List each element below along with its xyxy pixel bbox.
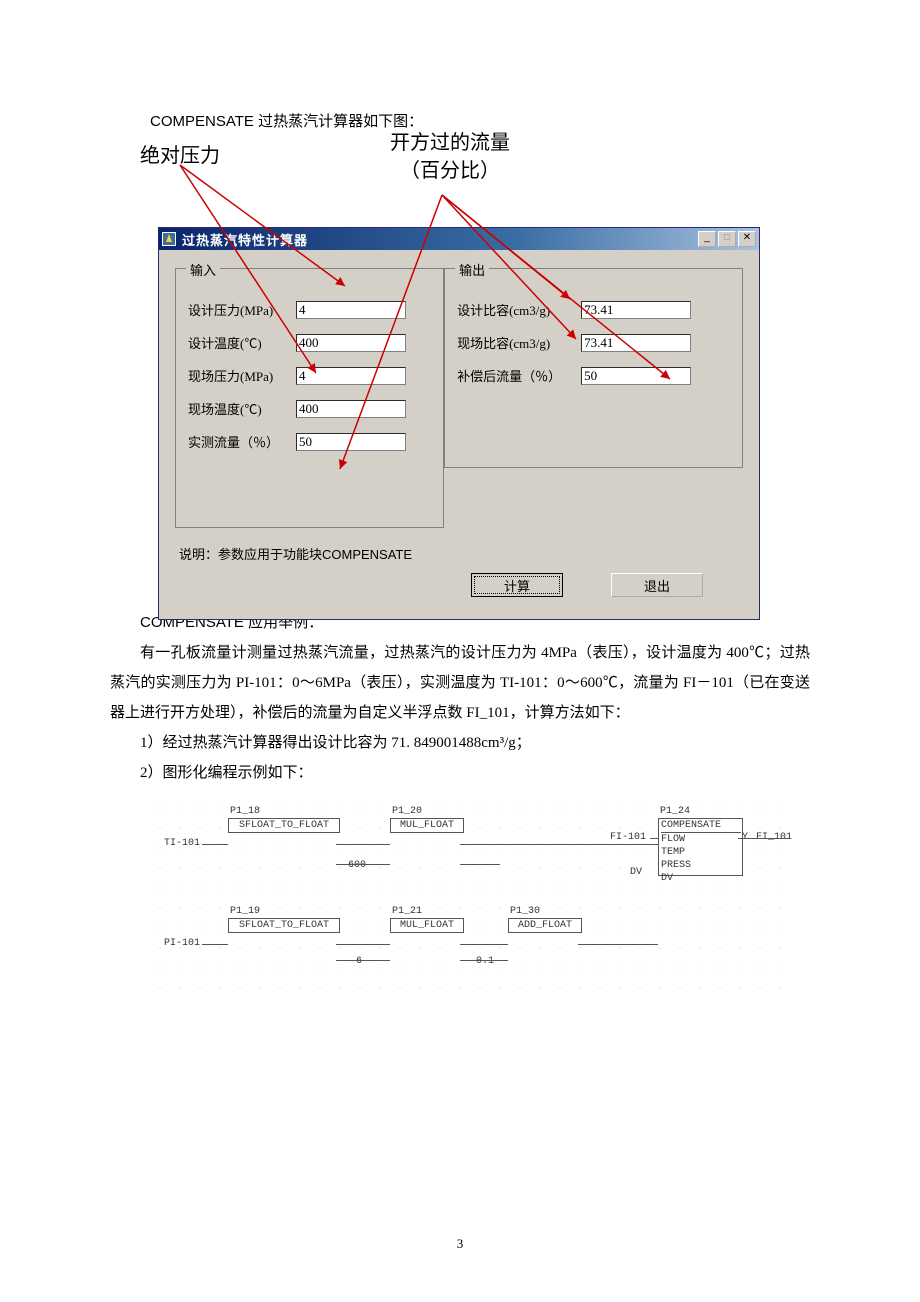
design-pressure-input[interactable] xyxy=(296,301,406,319)
comp-flow-label: 补偿后流量（％） xyxy=(457,366,581,385)
minimize-button[interactable]: _ xyxy=(698,231,716,247)
field-pressure-input[interactable] xyxy=(296,367,406,385)
window-body: 输入 设计压力(MPa) 设计温度(℃) 现场压力(MPa) xyxy=(159,250,759,619)
measured-flow-label: 实测流量（％） xyxy=(188,432,296,451)
calculator-window: 过热蒸汽特性计算器 _ □ ✕ 输入 设计压力(MPa) xyxy=(158,227,760,620)
block-sfloat-2: SFLOAT_TO_FLOAT xyxy=(228,918,340,933)
design-sv-label: 设计比容(cm3/g) xyxy=(457,300,581,319)
screenshot-area: 绝对压力 开方过的流量 （百分比） 过热蒸汽特性计算器 _ □ ✕ 输入 xyxy=(140,139,756,584)
design-sv-output xyxy=(581,301,691,319)
block-p1-21-label: P1_21 xyxy=(392,906,422,917)
tag-ti101: TI-101 xyxy=(164,838,200,849)
flow-diagram: P1_18 SFLOAT_TO_FLOAT P1_20 MUL_FLOAT P1… xyxy=(150,798,790,998)
titlebar: 过热蒸汽特性计算器 _ □ ✕ xyxy=(159,228,759,250)
port-flow: FLOW xyxy=(661,833,741,846)
annotation-right-line1: 开方过的流量 xyxy=(390,132,510,154)
port-temp: TEMP xyxy=(661,846,741,859)
block-compensate-title: COMPENSATE xyxy=(661,819,741,833)
tag-fi101-in: FI-101 xyxy=(610,832,646,843)
window-note: 说明：参数应用于功能块COMPENSATE xyxy=(179,544,743,563)
annotation-absolute-pressure: 绝对压力 xyxy=(140,139,220,168)
block-compensate: COMPENSATE FLOW TEMP PRESS DV xyxy=(658,818,743,876)
port-press: PRESS xyxy=(661,859,741,872)
block-mul-2: MUL_FLOAT xyxy=(390,918,464,933)
app-icon xyxy=(162,232,176,246)
annotations: 绝对压力 开方过的流量 （百分比） xyxy=(140,139,756,209)
block-p1-20-label: P1_20 xyxy=(392,806,422,817)
close-button[interactable]: ✕ xyxy=(738,231,756,247)
design-temp-label: 设计温度(℃) xyxy=(188,333,296,352)
const-6: 6 xyxy=(356,956,362,967)
exit-button[interactable]: 退出 xyxy=(611,573,703,597)
port-dv: DV xyxy=(661,872,741,885)
const-600: 600 xyxy=(348,860,366,871)
const-0-1: 0.1 xyxy=(476,956,494,967)
document-page: COMPENSATE 过热蒸汽计算器如下图： 绝对压力 开方过的流量 （百分比）… xyxy=(0,0,920,1302)
step2: 2）图形化编程示例如下： xyxy=(110,758,810,788)
design-pressure-label: 设计压力(MPa) xyxy=(188,300,296,319)
field-pressure-label: 现场压力(MPa) xyxy=(188,366,296,385)
field-sv-output xyxy=(581,334,691,352)
maximize-button[interactable]: □ xyxy=(718,231,736,247)
output-group: 输出 设计比容(cm3/g) 现场比容(cm3/g) 补偿后流量（％） xyxy=(444,268,743,468)
annotation-right-line2: （百分比） xyxy=(400,160,500,182)
example-paragraph: 有一孔板流量计测量过热蒸汽流量，过热蒸汽的设计压力为 4MPa（表压），设计温度… xyxy=(110,638,810,728)
intro-text: COMPENSATE 过热蒸汽计算器如下图： xyxy=(150,110,810,131)
input-group-legend: 输入 xyxy=(186,260,220,279)
body-text: COMPENSATE 应用举例： 有一孔板流量计测量过热蒸汽流量，过热蒸汽的设计… xyxy=(110,608,810,788)
step1: 1）经过热蒸汽计算器得出设计比容为 71. 849001488cm³/g； xyxy=(110,728,810,758)
measured-flow-input[interactable] xyxy=(296,433,406,451)
field-temp-label: 现场温度(℃) xyxy=(188,399,296,418)
window-controls: _ □ ✕ xyxy=(698,231,756,247)
calc-button[interactable]: 计算 xyxy=(471,573,563,597)
block-p1-24-label: P1_24 xyxy=(660,806,690,817)
block-sfloat-1: SFLOAT_TO_FLOAT xyxy=(228,818,340,833)
annotation-sqrt-flow: 开方过的流量 （百分比） xyxy=(370,129,530,185)
block-add: ADD_FLOAT xyxy=(508,918,582,933)
field-sv-label: 现场比容(cm3/g) xyxy=(457,333,581,352)
input-group: 输入 设计压力(MPa) 设计温度(℃) 现场压力(MPa) xyxy=(175,268,444,528)
block-p1-18-label: P1_18 xyxy=(230,806,260,817)
block-mul-1: MUL_FLOAT xyxy=(390,818,464,833)
design-temp-input[interactable] xyxy=(296,334,406,352)
tag-dv-left: DV xyxy=(630,867,642,878)
tag-pi101: PI-101 xyxy=(164,938,200,949)
page-number: 3 xyxy=(0,1236,920,1252)
output-group-legend: 输出 xyxy=(455,260,489,279)
block-p1-30-label: P1_30 xyxy=(510,906,540,917)
field-temp-input[interactable] xyxy=(296,400,406,418)
block-p1-19-label: P1_19 xyxy=(230,906,260,917)
comp-flow-output xyxy=(581,367,691,385)
window-title: 过热蒸汽特性计算器 xyxy=(182,230,698,249)
